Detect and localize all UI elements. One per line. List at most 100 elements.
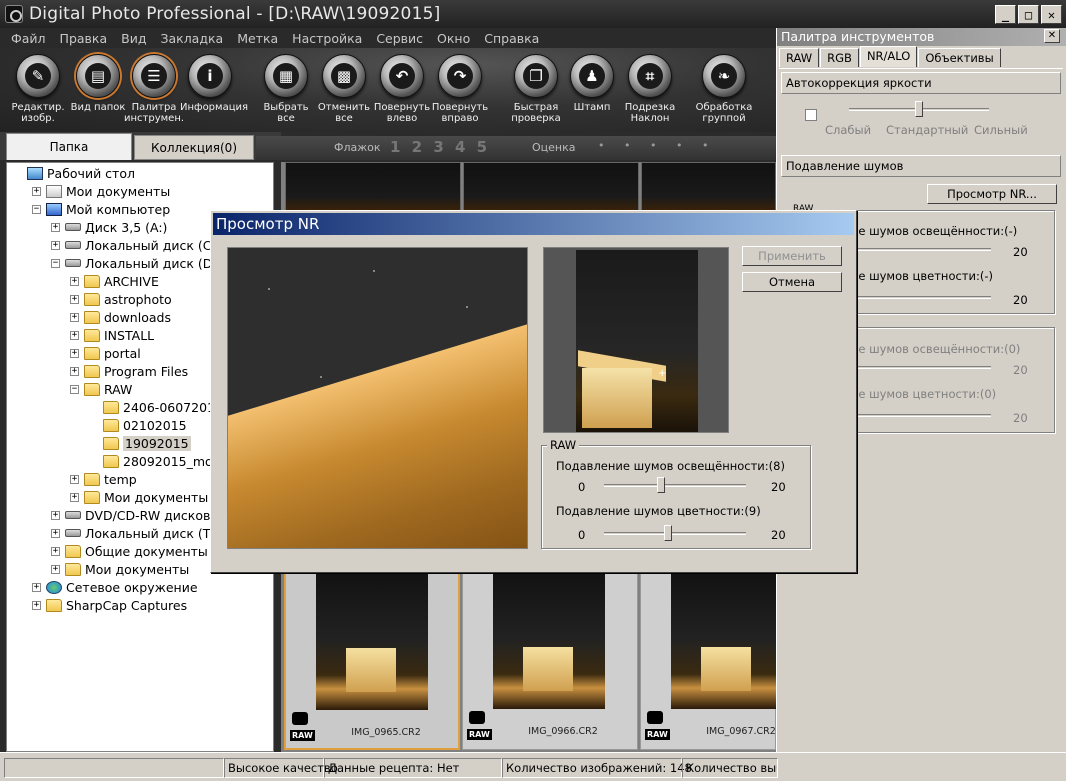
minimize-button[interactable]: _ <box>995 5 1016 24</box>
menu-item[interactable]: Окно <box>430 31 477 46</box>
expand-icon[interactable]: + <box>70 330 79 340</box>
tree-item[interactable]: + Сетевое окружение <box>32 578 198 596</box>
dialog-raw-group-label: RAW <box>547 438 580 452</box>
edit-image-button[interactable]: ✎ Редактир. изобр. <box>8 54 68 124</box>
tree-item[interactable]: + Мои документы <box>51 560 189 578</box>
thumbnail-top-1[interactable] <box>285 162 461 212</box>
expand-icon[interactable]: + <box>51 222 60 232</box>
cancel-button[interactable]: Отмена <box>742 272 842 292</box>
dialog-chroma-slider[interactable] <box>663 525 672 541</box>
close-button[interactable]: ✕ <box>1041 5 1062 24</box>
nr-preview-button[interactable]: Просмотр NR... <box>927 184 1057 204</box>
expand-icon[interactable]: + <box>70 366 79 376</box>
tree-item-label: Program Files <box>104 363 189 379</box>
tree-item[interactable]: Рабочий стол <box>13 164 135 182</box>
thumbnail-top-2[interactable] <box>463 162 639 212</box>
crop-button[interactable]: ⌗ Подрезка Наклон <box>620 54 680 124</box>
thumbnail[interactable]: RAW IMG_0966.CR2 <box>462 560 638 750</box>
tree-item[interactable]: + INSTALL <box>70 326 154 344</box>
tree-item[interactable]: − Мой компьютер <box>32 200 170 218</box>
collapse-icon[interactable]: − <box>70 384 79 394</box>
tree-item[interactable]: + Мои документы <box>70 488 208 506</box>
tree-item[interactable]: + Мои документы <box>32 182 170 200</box>
menu-item[interactable]: Вид <box>114 31 153 46</box>
tree-item[interactable]: + Локальный диск (C:) <box>51 236 221 254</box>
nr-navigator-preview[interactable]: + <box>543 247 729 433</box>
tree-item[interactable]: + SharpCap Captures <box>32 596 187 614</box>
collapse-icon[interactable]: − <box>51 258 60 268</box>
auto-brightness-checkbox[interactable] <box>805 109 817 121</box>
deselect-all-button[interactable]: ▩ Отменить все <box>314 54 374 124</box>
tree-item[interactable]: − Локальный диск (D:) <box>51 254 222 272</box>
raw-lum-track[interactable] <box>851 248 991 251</box>
tab-collection[interactable]: Коллекция(0) <box>134 135 254 160</box>
folder-icon <box>84 472 100 486</box>
raw-chroma-track[interactable] <box>851 296 991 299</box>
thumbnail[interactable]: RAW IMG_0967.CR2 <box>640 560 783 750</box>
expand-icon[interactable]: + <box>32 582 41 592</box>
menu-item[interactable]: Настройка <box>285 31 369 46</box>
thumbnail-filename: IMG_0966.CR2 <box>528 726 598 737</box>
collapse-icon[interactable]: − <box>32 204 41 214</box>
expand-icon[interactable]: + <box>51 528 60 538</box>
select-all-button[interactable]: ▦ Выбрать все <box>256 54 316 124</box>
apply-button[interactable]: Применить <box>742 246 842 266</box>
dialog-lum-slider[interactable] <box>656 477 665 493</box>
auto-brightness-slider[interactable] <box>915 101 923 117</box>
flag-label: Флажок <box>334 141 381 154</box>
expand-icon[interactable]: + <box>51 240 60 250</box>
tool-palette-button[interactable]: ☰ Палитра инструмен. <box>124 54 184 124</box>
palette-tab-raw[interactable]: RAW <box>779 48 820 67</box>
expand-icon[interactable]: + <box>70 348 79 358</box>
batch-process-button[interactable]: ❧ Обработка группой <box>694 54 754 124</box>
dialog-lum-track[interactable] <box>604 484 746 487</box>
rotate-left-button[interactable]: ↶ Повернуть влево <box>372 54 432 124</box>
palette-tab-nr-alo[interactable]: NR/ALO <box>859 46 918 67</box>
tree-item[interactable]: + portal <box>70 344 141 362</box>
tree-item[interactable]: + ARCHIVE <box>70 272 159 290</box>
folder-view-button[interactable]: ▤ Вид папок <box>68 54 128 113</box>
thumbnail-top-3[interactable] <box>641 162 776 212</box>
tree-item[interactable]: + temp <box>70 470 137 488</box>
tree-item[interactable]: + astrophoto <box>70 290 172 308</box>
expand-icon[interactable]: + <box>32 600 41 610</box>
menu-item[interactable]: Правка <box>53 31 115 46</box>
rating-filter-dots[interactable]: • • • • • <box>598 139 716 152</box>
expand-icon[interactable]: + <box>51 564 60 574</box>
expand-icon[interactable]: + <box>51 510 60 520</box>
expand-icon[interactable]: + <box>70 492 79 502</box>
menu-item[interactable]: Метка <box>230 31 285 46</box>
quick-check-button[interactable]: ❐ Быстрая проверка <box>506 54 566 124</box>
expand-icon[interactable]: + <box>70 294 79 304</box>
expand-icon[interactable]: + <box>70 474 79 484</box>
tree-item[interactable]: + Диск 3,5 (A:) <box>51 218 167 236</box>
thumbnail[interactable]: RAW IMG_0965.CR2 <box>284 560 460 750</box>
palette-close-button[interactable]: ✕ <box>1044 29 1060 43</box>
tree-item[interactable]: + Program Files <box>70 362 188 380</box>
tree-item[interactable]: + Общие документы <box>51 542 208 560</box>
expand-icon[interactable]: + <box>51 546 60 556</box>
tree-item[interactable]: 19092015 <box>89 434 191 452</box>
palette-tab-объективы[interactable]: Объективы <box>918 48 1001 67</box>
tree-item[interactable]: − RAW <box>70 380 132 398</box>
menu-item[interactable]: Сервис <box>369 31 430 46</box>
dialog-chroma-label: Подавление шумов цветности:(9) <box>556 504 761 518</box>
nr-zoom-preview[interactable] <box>227 247 528 549</box>
dialog-chroma-track[interactable] <box>604 532 746 535</box>
tab-folder[interactable]: Папка <box>6 133 132 160</box>
menu-item[interactable]: Справка <box>477 31 546 46</box>
tree-item[interactable]: + downloads <box>70 308 171 326</box>
menu-item[interactable]: Закладка <box>153 31 230 46</box>
expand-icon[interactable]: + <box>70 276 79 286</box>
maximize-button[interactable]: □ <box>1018 5 1039 24</box>
info-button[interactable]: i Информация <box>180 54 248 113</box>
flag-filter-numbers[interactable]: 1 2 3 4 5 <box>390 138 490 156</box>
expand-icon[interactable]: + <box>32 186 41 196</box>
expand-icon[interactable]: + <box>70 312 79 322</box>
menu-item[interactable]: Файл <box>4 31 53 46</box>
rotate-right-button[interactable]: ↷ Повернуть вправо <box>430 54 490 124</box>
stamp-button[interactable]: ♟ Штамп <box>562 54 622 113</box>
palette-tab-rgb[interactable]: RGB <box>820 48 859 67</box>
tree-item[interactable]: + Локальный диск (T:) <box>51 524 218 542</box>
tree-item[interactable]: 02102015 <box>89 416 187 434</box>
